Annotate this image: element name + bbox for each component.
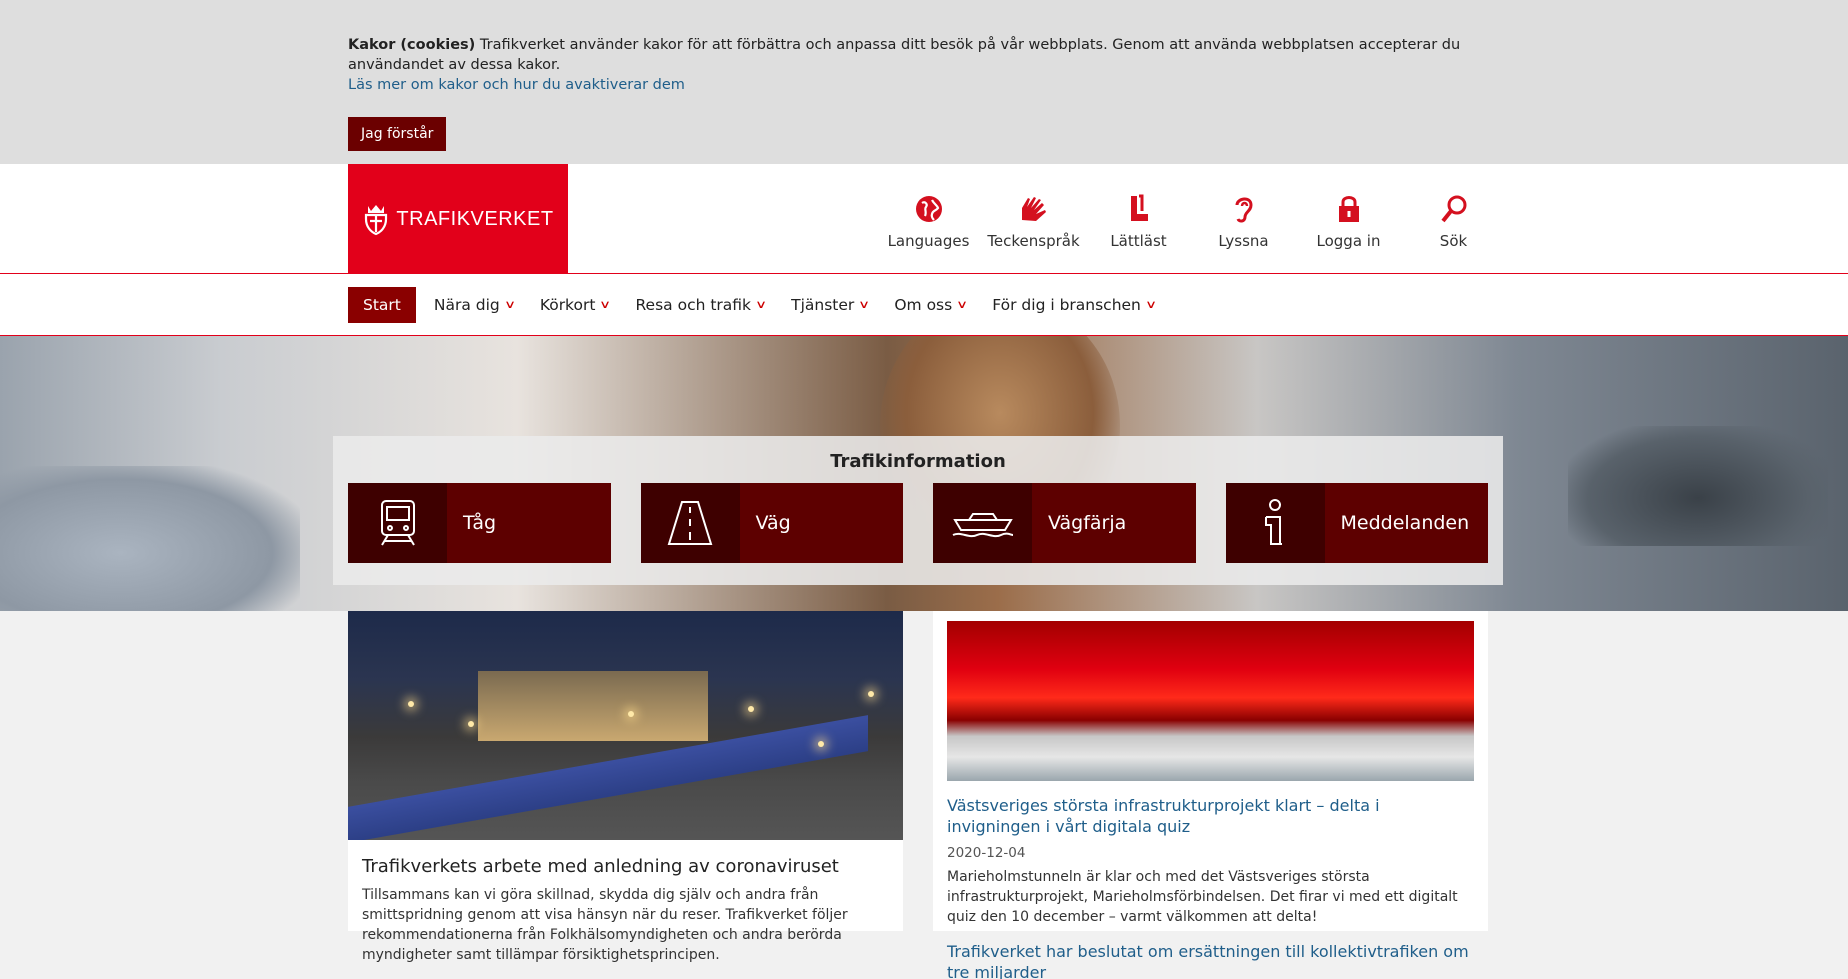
chevron-down-icon: ∨ [599, 298, 612, 311]
main-navigation: Start Nära dig ∨ Körkort ∨ Resa och trafik… [0, 274, 1848, 336]
nav-label: Om oss [894, 295, 953, 314]
feature-card[interactable]: Trafikverkets arbete med anledning av co… [348, 611, 903, 963]
street-light [468, 721, 474, 727]
tool-label: Teckenspråk [987, 232, 1080, 250]
street-light [628, 711, 634, 717]
nav-item-om-oss[interactable]: Om oss ∨ [894, 287, 969, 323]
tool-label: Lyssna [1218, 232, 1269, 250]
accept-cookies-button[interactable]: Jag förstår [348, 117, 447, 151]
feature-title[interactable]: Trafikverkets arbete med anledning av co… [362, 856, 889, 877]
cookie-text: Kakor (cookies) Trafikverket använder ka… [348, 35, 1506, 75]
hero-banner: Trafikinformation Tåg Väg Vägfärja Medde… [0, 336, 1848, 611]
hero-background-car-right [1568, 426, 1828, 546]
nav-item-resa-och-trafik[interactable]: Resa och trafik ∨ [635, 287, 768, 323]
traffic-tile-messages[interactable]: Meddelanden [1225, 483, 1488, 563]
languages-button[interactable]: Languages [876, 192, 981, 250]
tile-label: Meddelanden [1340, 512, 1470, 534]
nav-label: Tjänster [791, 295, 855, 314]
nav-item-tjanster[interactable]: Tjänster ∨ [791, 287, 871, 323]
tile-label: Tåg [463, 512, 497, 534]
nav-label: Start [363, 295, 401, 314]
street-light [868, 691, 874, 697]
tool-label: Lättläst [1110, 232, 1167, 250]
traffic-tile-train[interactable]: Tåg [348, 483, 611, 563]
search-button[interactable]: Sök [1401, 192, 1506, 250]
nav-item-nara-dig[interactable]: Nära dig ∨ [433, 287, 516, 323]
nav-label: Nära dig [433, 295, 500, 314]
cookie-banner: Kakor (cookies) Trafikverket använder ka… [0, 0, 1848, 164]
nav-label: Körkort [539, 295, 596, 314]
header-tools: Languages Teckenspråk Lättläst Lyssna Lo… [876, 192, 1506, 250]
traffic-info-title: Trafikinformation [830, 451, 1006, 472]
street-light [408, 701, 414, 707]
nav-item-for-dig-i-branschen[interactable]: För dig i branschen ∨ [992, 287, 1157, 323]
traffic-tile-ferry[interactable]: Vägfärja [933, 483, 1196, 563]
nav-item-korkort[interactable]: Körkort ∨ [539, 287, 612, 323]
tile-label: Väg [755, 512, 791, 534]
news-title-link[interactable]: Västsveriges största infrastrukturprojek… [947, 795, 1474, 837]
news-title-link[interactable]: Trafikverket har beslutat om ersättninge… [947, 941, 1474, 979]
listen-button[interactable]: Lyssna [1191, 192, 1296, 250]
hero-background-car [0, 466, 300, 611]
tunnel-image [947, 621, 1474, 781]
nav-label: Resa och trafik [635, 295, 752, 314]
trafikverket-logo[interactable]: TRAFIKVERKET [348, 164, 568, 274]
search-icon [1440, 195, 1466, 223]
site-header: TRAFIKVERKET Languages Teckenspråk Lättl… [0, 164, 1848, 274]
lock-icon [1338, 196, 1359, 222]
logo-text: TRAFIKVERKET [396, 207, 554, 230]
tool-label: Sök [1439, 232, 1468, 250]
tile-label: Vägfärja [1048, 512, 1127, 534]
chevron-down-icon: ∨ [956, 298, 969, 311]
traffic-info-panel: Trafikinformation Tåg Väg Vägfärja Medde… [333, 436, 1503, 585]
station-building [478, 671, 708, 741]
street-light [818, 741, 824, 747]
cookie-title: Kakor (cookies) [348, 37, 476, 53]
info-icon [1265, 499, 1282, 545]
chevron-down-icon: ∨ [755, 298, 768, 311]
easy-read-button[interactable]: Lättläst [1086, 192, 1191, 250]
train-icon [380, 500, 415, 546]
street-light [748, 706, 754, 712]
ear-icon [1235, 197, 1253, 223]
sign-language-button[interactable]: Teckenspråk [981, 192, 1086, 250]
sign-language-icon [1021, 197, 1046, 221]
main-content: Trafikverkets arbete med anledning av co… [0, 611, 1848, 979]
cookie-info-link[interactable]: Läs mer om kakor och hur du avaktiverar … [348, 75, 1506, 95]
news-date: 2020-12-04 [947, 845, 1026, 861]
nav-item-start[interactable]: Start [348, 286, 416, 323]
chevron-down-icon: ∨ [858, 298, 871, 311]
globe-icon [915, 196, 942, 222]
traffic-tile-road[interactable]: Väg [640, 483, 903, 563]
chevron-down-icon: ∨ [503, 298, 516, 311]
cookie-description: Trafikverket använder kakor för att förb… [348, 37, 1461, 73]
nav-label: För dig i branschen [992, 295, 1141, 314]
news-text: Marieholmstunneln är klar och med det Vä… [947, 869, 1458, 925]
tool-label: Logga in [1316, 232, 1381, 250]
ferry-icon [952, 513, 1013, 538]
chevron-down-icon: ∨ [1144, 298, 1157, 311]
login-button[interactable]: Logga in [1296, 192, 1401, 250]
station-night-image [348, 611, 903, 840]
easy-read-icon [1130, 194, 1148, 221]
tool-label: Languages [887, 232, 970, 250]
road-icon [667, 501, 713, 545]
feature-text: Tillsammans kan vi göra skillnad, skydda… [362, 887, 848, 963]
crown-icon [365, 205, 388, 236]
news-card: Västsveriges största infrastrukturprojek… [933, 611, 1488, 979]
